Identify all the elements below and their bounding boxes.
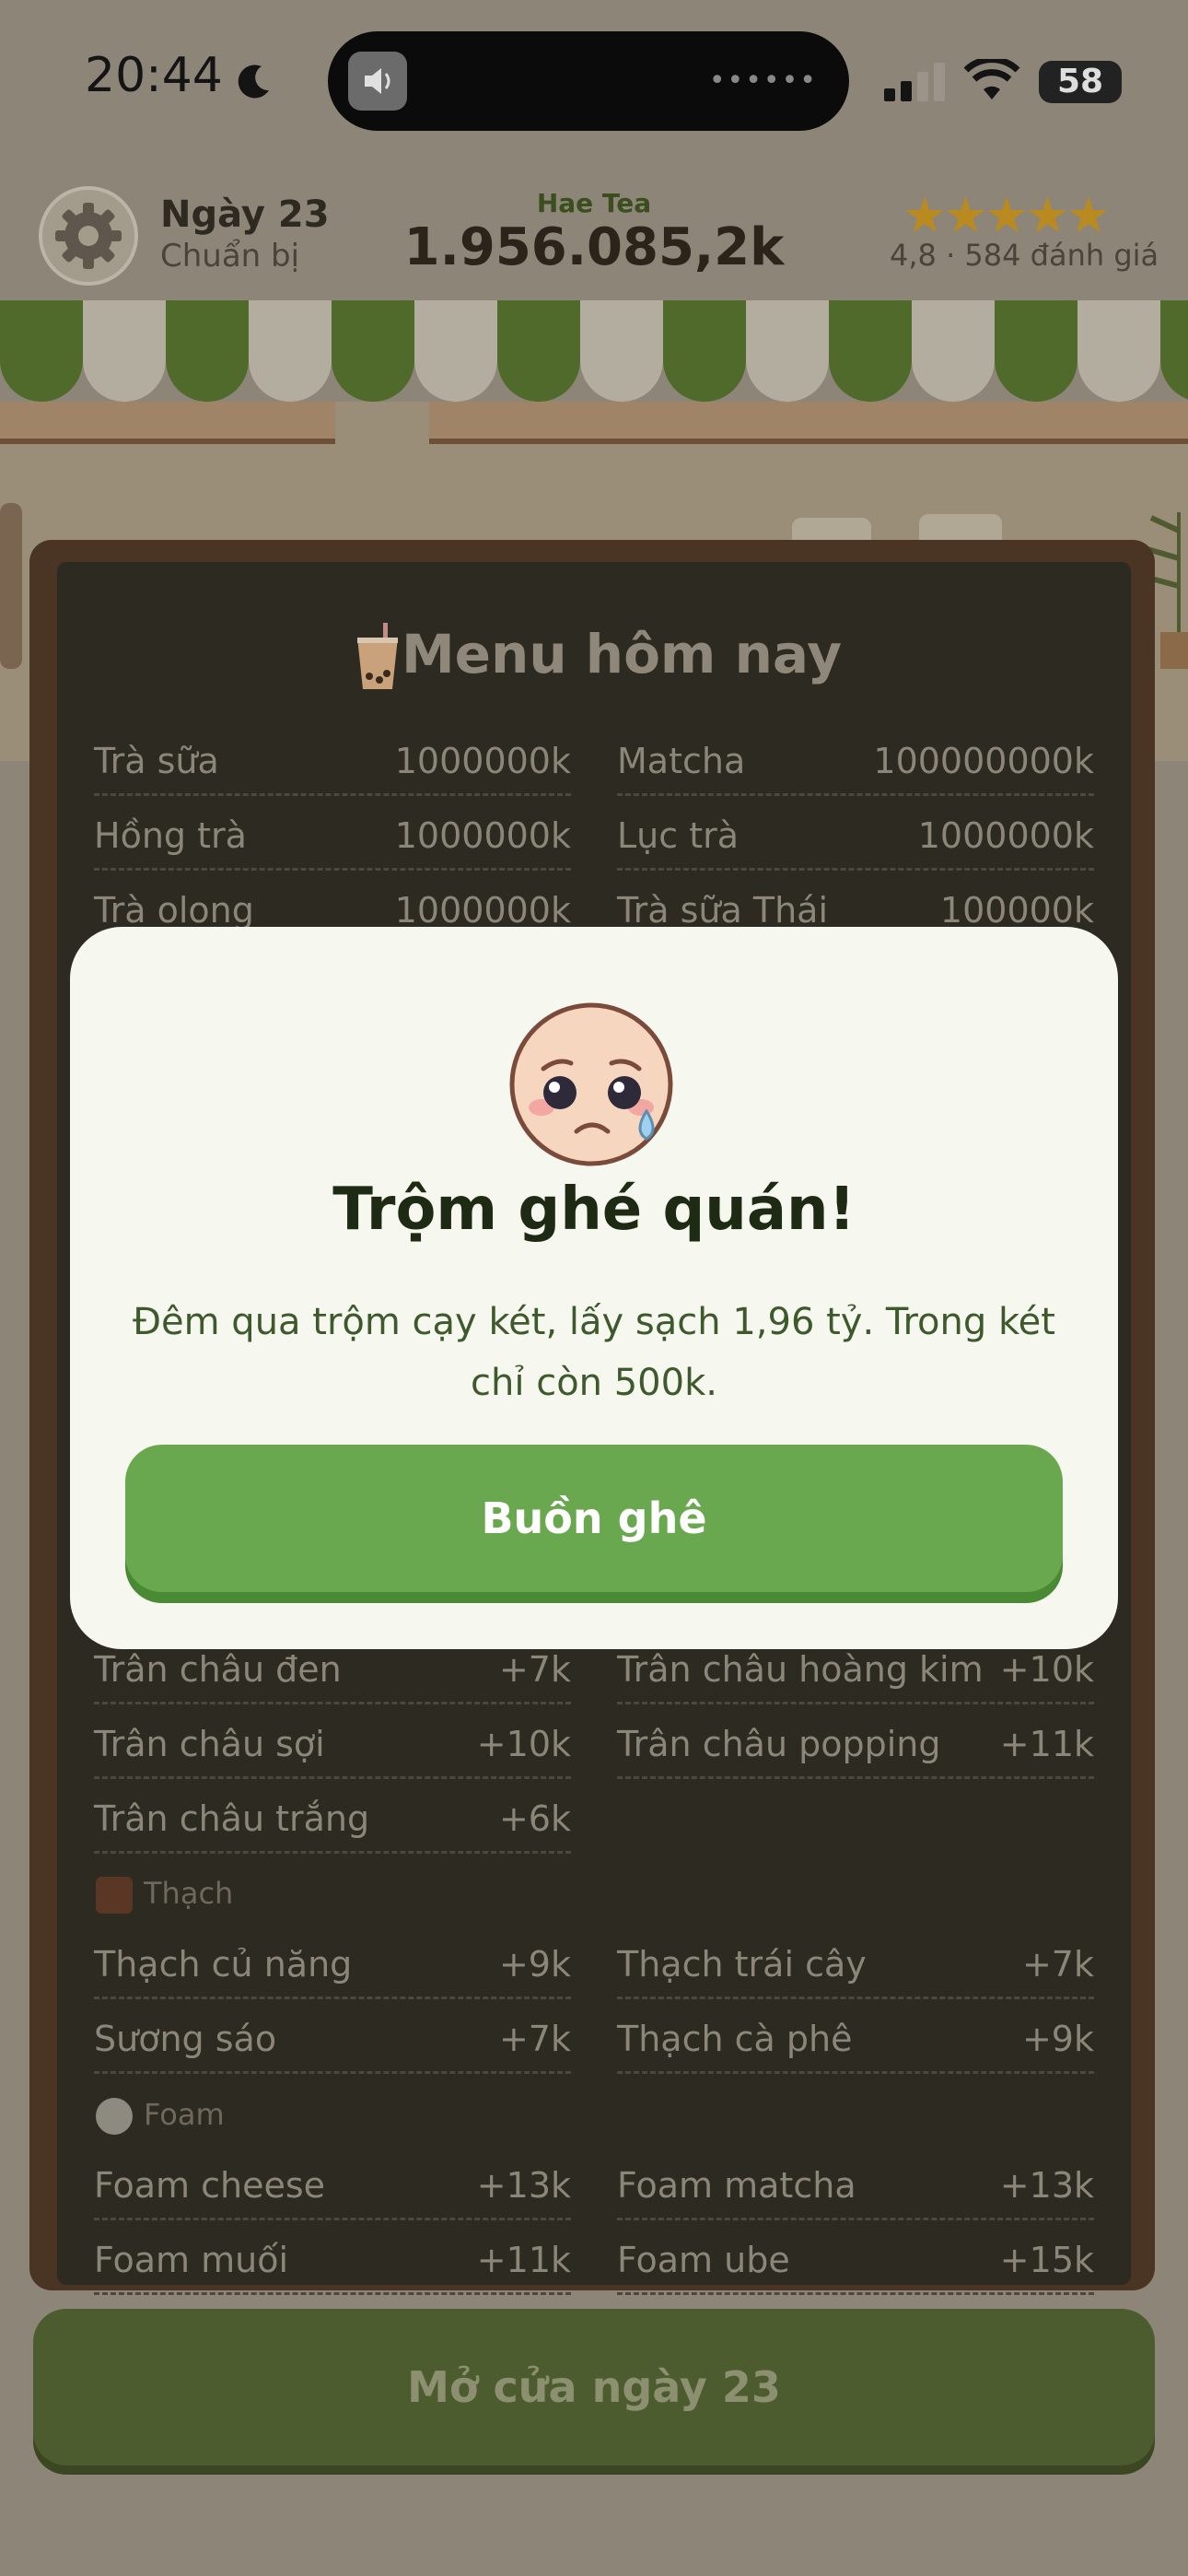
game-header: Ngày 23 Chuẩn bị Hae Tea 1.956.085,2k ★★… xyxy=(0,175,1188,304)
awning-stripe xyxy=(332,300,414,402)
menu-title: Menu hôm nay xyxy=(57,623,1131,685)
awning-stripe xyxy=(249,300,332,402)
awning-stripe xyxy=(829,300,912,402)
shelf-plank xyxy=(0,402,335,444)
awning-stripe xyxy=(166,300,249,402)
status-bar: 20:44 •••••• 58 xyxy=(0,0,1188,166)
awning-stripe xyxy=(912,300,995,402)
awning-stripe xyxy=(580,300,663,402)
status-time: 20:44 xyxy=(85,48,223,103)
modal-message: Đêm qua trộm cạy két, lấy sạch 1,96 tỷ. … xyxy=(133,1301,1055,1404)
rating-stars-icon: ★★★★★ xyxy=(903,186,1111,244)
battery-indicator: 58 xyxy=(1039,61,1122,103)
awning-stripe xyxy=(1160,300,1188,402)
jar-icon xyxy=(0,503,22,669)
awning-stripe xyxy=(1077,300,1160,402)
speaker-icon xyxy=(348,52,407,111)
awning-stripe xyxy=(414,300,497,402)
moon-icon xyxy=(238,64,269,99)
dismiss-button[interactable]: Buồn ghê xyxy=(125,1445,1063,1592)
theft-event-modal: Trộm ghé quán! Đêm qua trộm cạy két, lấy… xyxy=(70,927,1118,1649)
modal-title: Trộm ghé quán! xyxy=(332,1176,856,1244)
rating-summary: 4,8 · 584 đánh giá xyxy=(890,238,1159,273)
awning-stripe xyxy=(83,300,166,402)
crying-face-icon xyxy=(509,1002,673,1166)
activity-dots: •••••• xyxy=(708,64,818,97)
awning-stripe xyxy=(497,300,580,402)
shop-awning xyxy=(0,300,1188,402)
awning-stripe xyxy=(0,300,83,402)
cellular-signal-icon xyxy=(884,63,945,101)
shelf-plank xyxy=(429,402,1188,444)
awning-stripe xyxy=(663,300,746,402)
awning-stripe xyxy=(746,300,829,402)
awning-stripe xyxy=(995,300,1077,402)
dynamic-island: •••••• xyxy=(328,31,849,131)
open-day-button[interactable]: Mở cửa ngày 23 xyxy=(33,2309,1155,2465)
wifi-icon xyxy=(963,59,1020,100)
menu-title-text: Menu hôm nay xyxy=(401,623,843,685)
